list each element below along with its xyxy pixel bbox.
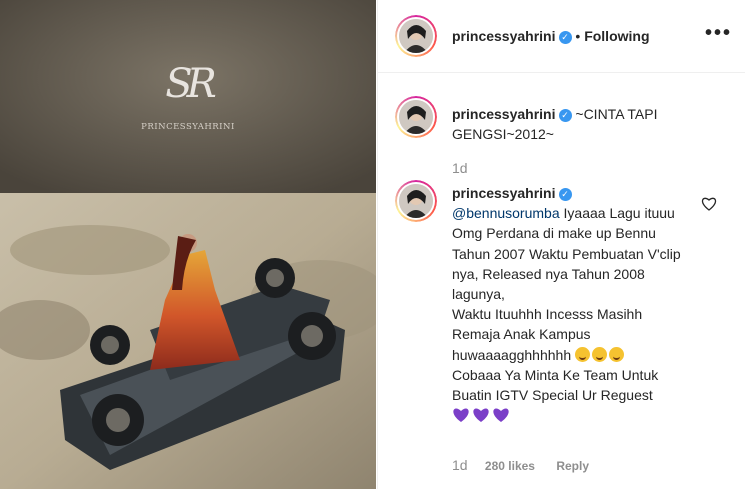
following-button[interactable]: Following [584, 28, 649, 44]
purple-heart-icon [452, 407, 470, 423]
purple-heart-icon [472, 407, 490, 423]
comment-footer: 1d 280 likes Reply [452, 457, 589, 473]
comment-line: huwaaaagghhhhhh [452, 346, 572, 363]
purple-heart-icon [492, 407, 510, 423]
laughing-face-icon [592, 346, 608, 362]
verified-badge-icon: ✓ [558, 31, 572, 44]
reply-button[interactable]: Reply [556, 459, 589, 473]
comment-likes[interactable]: 280 likes [485, 459, 535, 473]
logo-monogram: SR [165, 61, 217, 107]
comment-avatar[interactable] [395, 180, 437, 222]
caption-text-block: princessyahrini ✓ ~CINTA TAPI GENGSI~2012… [452, 104, 722, 144]
header-separator: • [575, 28, 581, 44]
comment-line: Waktu Ituuhhh Incesss Masihh Remaja Anak… [452, 306, 643, 343]
purple-hearts [452, 407, 690, 428]
comment-timestamp[interactable]: 1d [452, 457, 468, 473]
like-heart-icon[interactable] [701, 196, 717, 212]
laughing-face-icon [575, 346, 591, 362]
post-media[interactable]: SR PRINCESSYAHRINI [0, 0, 376, 489]
avatar[interactable] [395, 15, 437, 57]
caption-avatar[interactable] [395, 96, 437, 138]
more-options-icon[interactable]: ••• [705, 22, 732, 45]
header-user: princessyahrini ✓ • Following [452, 28, 650, 44]
header-username[interactable]: princessyahrini [452, 28, 556, 44]
comment-username[interactable]: princessyahrini [452, 185, 556, 201]
comment-line: Cobaaa Ya Minta Ke Team Untuk Buatin IGT… [452, 366, 659, 404]
comment-mention[interactable]: @bennusorumba [452, 205, 560, 221]
logo-name: PRINCESSYAHRINI [141, 122, 235, 132]
brand-logo: SR PRINCESSYAHRINI [128, 62, 248, 132]
post-header: princessyahrini ✓ • Following ••• [378, 0, 745, 73]
verified-badge-icon: ✓ [558, 188, 572, 201]
post-sidebar: princessyahrini ✓ • Following ••• princes… [377, 0, 745, 489]
caption-timestamp[interactable]: 1d [452, 160, 468, 176]
laughing-face-icon [609, 346, 625, 362]
caption-username[interactable]: princessyahrini [452, 106, 556, 122]
comment-text-block: princessyahrini ✓ @bennusorumba Iyaaaa La… [452, 183, 690, 428]
verified-badge-icon: ✓ [558, 109, 572, 122]
